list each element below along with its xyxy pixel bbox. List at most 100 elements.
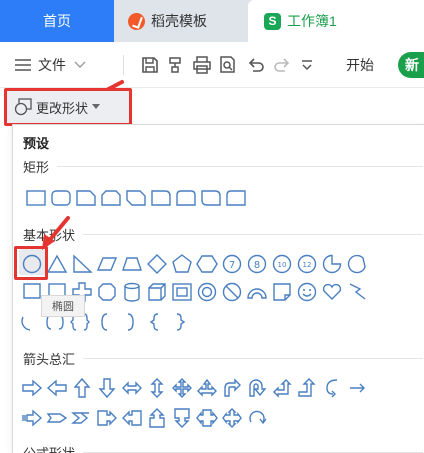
left-bracket-shape-icon[interactable] [94, 311, 116, 333]
snip-single-corner-shape-icon[interactable] [75, 187, 97, 209]
print-preview-icon[interactable] [218, 55, 238, 75]
up-arrow-shape-icon[interactable] [71, 377, 93, 399]
parallelogram-shape-icon[interactable] [96, 253, 118, 275]
bent-arrow-shape-icon[interactable] [221, 377, 243, 399]
block-arc-shape-icon[interactable] [246, 281, 268, 303]
octagon-shape-icon[interactable]: 8 [246, 253, 268, 275]
bent-up-arrow-shape-icon[interactable] [296, 377, 318, 399]
left-brace-shape-icon[interactable] [144, 311, 166, 333]
left-right-arrow-shape-icon[interactable] [121, 377, 143, 399]
section-arrow-label: 箭头总汇 [23, 351, 76, 367]
triangle-shape-icon[interactable] [46, 253, 68, 275]
change-shape-label: 更改形状 [36, 100, 89, 116]
svg-text:7: 7 [229, 260, 235, 271]
right-brace-shape-icon[interactable] [169, 311, 191, 333]
annotation-arrow-icon [42, 216, 70, 250]
diamond-shape-icon[interactable] [146, 253, 168, 275]
hexagon-shape-icon[interactable] [196, 253, 218, 275]
shape-dropdown-panel: 预设 矩形 基本形状 7 8 10 12 椭圆 箭头总汇 公式形状 [12, 124, 424, 453]
right-arrow-callout-shape-icon[interactable] [96, 407, 118, 429]
basic-shapes-row-1: 7 8 10 12 [13, 253, 424, 275]
curved-right-arrow-shape-icon[interactable] [321, 377, 343, 399]
section-rect-label: 矩形 [23, 159, 50, 175]
quad-arrow-shape-icon[interactable] [171, 377, 193, 399]
rectangle-shape-icon[interactable] [25, 187, 47, 209]
section-formula-label: 公式形状 [23, 445, 76, 453]
teardrop-shape-icon[interactable] [21, 281, 43, 303]
round-diagonal-shape-icon[interactable] [200, 187, 222, 209]
snip-same-side-shape-icon[interactable] [100, 187, 122, 209]
arrow-shapes-row-1 [13, 377, 424, 399]
left-arrow-shape-icon[interactable] [46, 377, 68, 399]
u-turn-arrow-shape-icon[interactable] [246, 377, 268, 399]
ellipse-shape-icon[interactable] [21, 253, 43, 275]
chord-shape-icon[interactable] [346, 253, 368, 275]
down-arrow-shape-icon[interactable] [96, 377, 118, 399]
section-arrow-header: 箭头总汇 [23, 349, 423, 367]
tab-daoke-template[interactable]: 稻壳模板 [114, 0, 244, 42]
folded-corner-shape-icon[interactable] [271, 281, 293, 303]
decagon-shape-icon[interactable]: 10 [271, 253, 293, 275]
shapes-icon [14, 98, 32, 116]
print-icon[interactable] [192, 55, 212, 75]
snip-diagonal-shape-icon[interactable] [125, 187, 147, 209]
spreadsheet-icon: S [264, 12, 281, 30]
change-shape-button[interactable]: 更改形状 [6, 90, 130, 124]
section-rect-header: 矩形 [23, 157, 423, 175]
pentagon-arrow-shape-icon[interactable] [71, 407, 93, 429]
lightning-bolt-shape-icon[interactable] [346, 281, 368, 303]
ribbon-tab-start[interactable]: 开始 [346, 42, 374, 88]
heptagon-shape-icon[interactable]: 7 [221, 253, 243, 275]
notched-right-arrow-shape-icon[interactable] [46, 407, 68, 429]
can-shape-icon[interactable] [121, 281, 143, 303]
tab-home-label: 首页 [43, 13, 71, 29]
smiley-face-shape-icon[interactable] [296, 281, 318, 303]
save-icon[interactable] [140, 55, 160, 75]
daoke-logo-icon [128, 12, 145, 30]
preset-title: 预设 [23, 136, 50, 151]
toolbar-divider [123, 55, 124, 75]
down-arrow-callout-shape-icon[interactable] [171, 407, 193, 429]
pie-shape-icon[interactable] [321, 253, 343, 275]
curved-left-arrow-shape-icon[interactable] [346, 377, 368, 399]
dodecagon-shape-icon[interactable]: 12 [296, 253, 318, 275]
round-same-side-shape-icon[interactable] [175, 187, 197, 209]
pentagon-shape-icon[interactable] [171, 253, 193, 275]
quad-arrow-callout-shape-icon[interactable] [221, 407, 243, 429]
heart-shape-icon[interactable] [321, 281, 343, 303]
left-arrow-callout-shape-icon[interactable] [121, 407, 143, 429]
arc-shape-icon[interactable] [19, 311, 41, 333]
donut-shape-icon[interactable] [196, 281, 218, 303]
file-menu-label: 文件 [38, 57, 66, 73]
right-arrow-shape-icon[interactable] [21, 377, 43, 399]
format-painter-icon[interactable] [166, 55, 186, 75]
chevron-down-icon [74, 61, 86, 68]
no-symbol-shape-icon[interactable] [221, 281, 243, 303]
striped-right-arrow-shape-icon[interactable] [21, 407, 43, 429]
left-up-arrow-shape-icon[interactable] [271, 377, 293, 399]
up-arrow-callout-shape-icon[interactable] [146, 407, 168, 429]
snip-round-corner-shape-icon[interactable] [225, 187, 247, 209]
circular-arrow-shape-icon[interactable] [246, 407, 268, 429]
left-right-arrow-callout-shape-icon[interactable] [196, 407, 218, 429]
redo-icon[interactable] [272, 55, 292, 75]
ribbon-tab-start-label: 开始 [346, 57, 374, 73]
round-single-corner-shape-icon[interactable] [150, 187, 172, 209]
rect-shapes-row [13, 187, 424, 209]
undo-icon[interactable] [246, 55, 266, 75]
trapezoid-shape-icon[interactable] [121, 253, 143, 275]
rounded-rectangle-shape-icon[interactable] [50, 187, 72, 209]
new-badge-button[interactable]: 新 [398, 52, 424, 78]
left-right-up-arrow-shape-icon[interactable] [196, 377, 218, 399]
svg-text:10: 10 [278, 261, 287, 269]
bevel-shape-icon[interactable] [171, 281, 193, 303]
right-triangle-shape-icon[interactable] [71, 253, 93, 275]
octagon-plain-shape-icon[interactable] [96, 281, 118, 303]
tab-workbook[interactable]: S 工作簿1 [248, 0, 424, 42]
tab-doc-label: 工作簿1 [287, 13, 337, 29]
cube-shape-icon[interactable] [146, 281, 168, 303]
right-bracket-shape-icon[interactable] [119, 311, 141, 333]
tab-home[interactable]: 首页 [0, 0, 114, 42]
up-down-arrow-shape-icon[interactable] [146, 377, 168, 399]
quick-access-dropdown-icon[interactable] [300, 55, 314, 75]
